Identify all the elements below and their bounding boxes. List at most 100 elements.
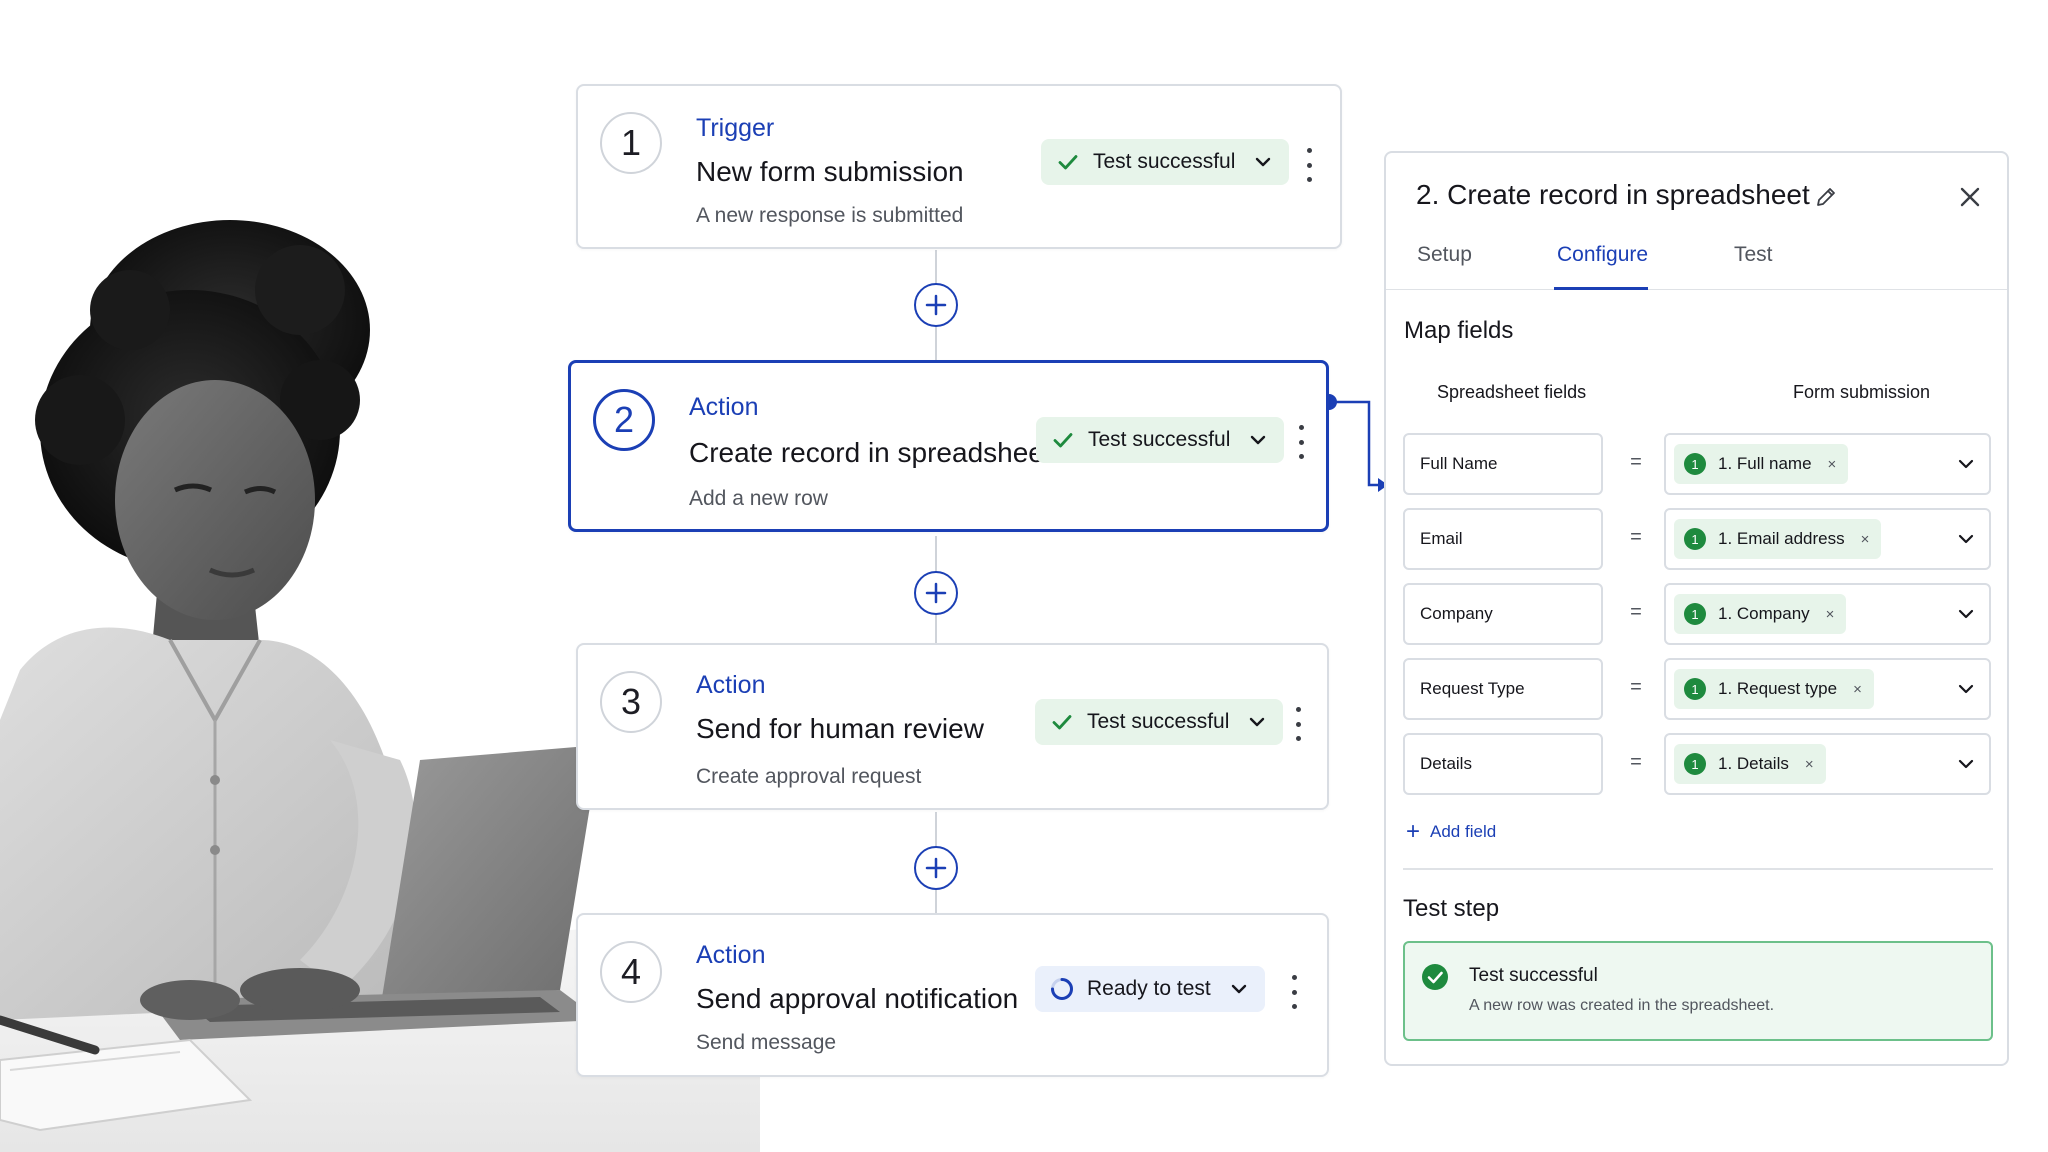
test-result-title: Test successful [1469,965,1598,986]
add-step-button[interactable] [914,846,958,890]
step-number-badge: 2 [593,389,655,451]
check-circle-icon [1422,964,1448,990]
mapping-select[interactable]: 1 1. Email address × [1664,508,1991,570]
add-field-label: Add field [1430,822,1497,841]
test-result-description: A new row was created in the spreadsheet… [1469,997,1775,1014]
status-label: Ready to test [1087,977,1211,1000]
mapped-value-chip: 1 1. Company × [1674,594,1847,634]
status-dropdown[interactable]: Ready to test [1035,966,1265,1012]
status-dropdown[interactable]: Test successful [1035,699,1284,745]
step-type-label: Action [696,941,766,969]
close-icon[interactable] [1956,183,1984,211]
mapped-value-chip: 1 1. Email address × [1674,519,1882,559]
step-number-badge: 3 [600,671,662,733]
step-number-badge: 4 [600,941,662,1003]
kebab-menu-icon[interactable] [1284,975,1304,1009]
step-subtitle: Add a new row [689,487,828,510]
mapping-select[interactable]: 1 1. Full name × [1664,433,1991,495]
kebab-menu-icon[interactable] [1299,148,1319,182]
tab-configure[interactable]: Configure [1557,243,1648,267]
workflow-step-3[interactable]: 3 Action Send for human review Create ap… [576,643,1329,810]
status-dropdown[interactable]: Test successful [1036,417,1285,463]
mapping-select[interactable]: 1 1. Company × [1664,583,1991,645]
pencil-icon[interactable] [1814,185,1838,209]
status-dropdown[interactable]: Test successful [1041,139,1290,185]
plus-icon [925,582,947,604]
mapped-value-chip: 1 1. Details × [1674,744,1826,784]
spinner-icon [1049,976,1075,1002]
column-header-form: Form submission [1793,382,1931,402]
step-type-label: Action [696,671,766,699]
kebab-menu-icon[interactable] [1291,425,1311,459]
chip-label: 1. Company [1718,604,1810,623]
test-step-heading: Test step [1403,895,1500,922]
add-step-button[interactable] [914,571,958,615]
equals-sign: = [1630,676,1642,698]
spreadsheet-field: Full Name [1403,433,1603,495]
step-number-badge: 1 [600,112,662,174]
chevron-down-icon [1253,152,1273,172]
section-divider [1403,868,1993,870]
status-label: Test successful [1093,150,1236,173]
tab-test[interactable]: Test [1734,243,1773,267]
equals-sign: = [1630,601,1642,623]
spreadsheet-field: Request Type [1403,658,1603,720]
chevron-down-icon [1958,534,1974,544]
plus-icon [925,857,947,879]
step-badge: 1 [1684,528,1706,550]
step-title: Send for human review [696,713,984,744]
workflow-step-4[interactable]: 4 Action Send approval notification Send… [576,913,1329,1077]
chip-label: 1. Email address [1718,529,1845,548]
chip-label: 1. Full name [1718,454,1812,473]
equals-sign: = [1630,751,1642,773]
step-title: Create record in spreadsheet [689,437,1052,468]
chevron-down-icon [1229,979,1249,999]
column-header-spreadsheet: Spreadsheet fields [1437,382,1587,402]
workflow-step-1[interactable]: 1 Trigger New form submission A new resp… [576,84,1342,249]
step-type-label: Trigger [696,114,775,142]
step-title: New form submission [696,156,964,187]
step-badge: 1 [1684,678,1706,700]
step-type-label: Action [689,393,759,421]
map-fields-heading: Map fields [1404,317,1514,344]
chevron-down-icon [1247,712,1267,732]
equals-sign: = [1630,526,1642,548]
test-result-box: Test successful A new row was created in… [1403,941,1993,1041]
mapping-select[interactable]: 1 1. Details × [1664,733,1991,795]
remove-chip-icon[interactable]: × [1861,531,1870,548]
equals-sign: = [1630,451,1642,473]
spreadsheet-field: Company [1403,583,1603,645]
active-tab-indicator [1554,287,1648,290]
spreadsheet-field: Email [1403,508,1603,570]
remove-chip-icon[interactable]: × [1828,456,1837,473]
remove-chip-icon[interactable]: × [1805,756,1814,773]
remove-chip-icon[interactable]: × [1853,681,1862,698]
workflow-step-2[interactable]: 2 Action Create record in spreadsheet Ad… [568,360,1329,532]
step-badge: 1 [1684,453,1706,475]
chevron-down-icon [1958,684,1974,694]
tab-setup[interactable]: Setup [1417,243,1472,267]
chip-label: 1. Details [1718,754,1789,773]
step-subtitle: A new response is submitted [696,204,964,227]
kebab-menu-icon[interactable] [1288,707,1308,741]
chevron-down-icon [1958,759,1974,769]
step-to-panel-link [1321,394,1388,492]
step-subtitle: Send message [696,1031,837,1054]
plus-icon [925,294,947,316]
chevron-down-icon [1958,459,1974,469]
add-field-button[interactable]: + Add field [1406,820,1496,844]
check-icon [1049,709,1075,735]
plus-icon: + [1406,818,1421,845]
add-step-button[interactable] [914,283,958,327]
step-badge: 1 [1684,753,1706,775]
chip-label: 1. Request type [1718,679,1838,698]
chevron-down-icon [1958,609,1974,619]
tabs-divider [1386,289,2007,290]
mapped-value-chip: 1 1. Request type × [1674,669,1874,709]
step-title: Send approval notification [696,983,1019,1014]
remove-chip-icon[interactable]: × [1826,606,1835,623]
status-label: Test successful [1087,710,1230,733]
mapping-select[interactable]: 1 1. Request type × [1664,658,1991,720]
mapped-value-chip: 1 1. Full name × [1674,444,1849,484]
step-config-panel: 2. Create record in spreadsheet Setup Co… [1384,151,2009,1066]
